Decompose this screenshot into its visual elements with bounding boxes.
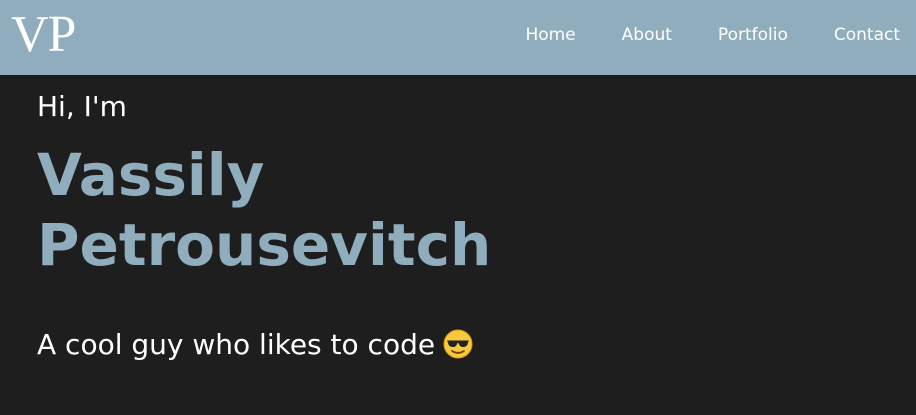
hero-name: Vassily Petrousevitch <box>37 140 897 280</box>
nav-home-link[interactable]: Home <box>525 23 575 47</box>
tagline: A cool guy who likes to code <box>37 326 897 364</box>
nav-links: Home About Portfolio Contact <box>525 23 900 47</box>
nav-about-link[interactable]: About <box>622 23 672 47</box>
hero-section: Hi, I'm Vassily Petrousevitch A cool guy… <box>37 88 897 364</box>
greeting-text: Hi, I'm <box>37 90 127 123</box>
nav-contact-link[interactable]: Contact <box>834 23 900 47</box>
smiling-face-with-sunglasses-icon <box>443 329 473 359</box>
tagline-text: A cool guy who likes to code <box>37 328 436 361</box>
nav-portfolio-link[interactable]: Portfolio <box>718 23 788 47</box>
hero-first-name: Vassily <box>37 141 265 209</box>
hero-last-name: Petrousevitch <box>37 211 492 279</box>
navbar: VP Home About Portfolio Contact <box>0 0 916 75</box>
logo-link[interactable]: VP <box>11 6 76 64</box>
